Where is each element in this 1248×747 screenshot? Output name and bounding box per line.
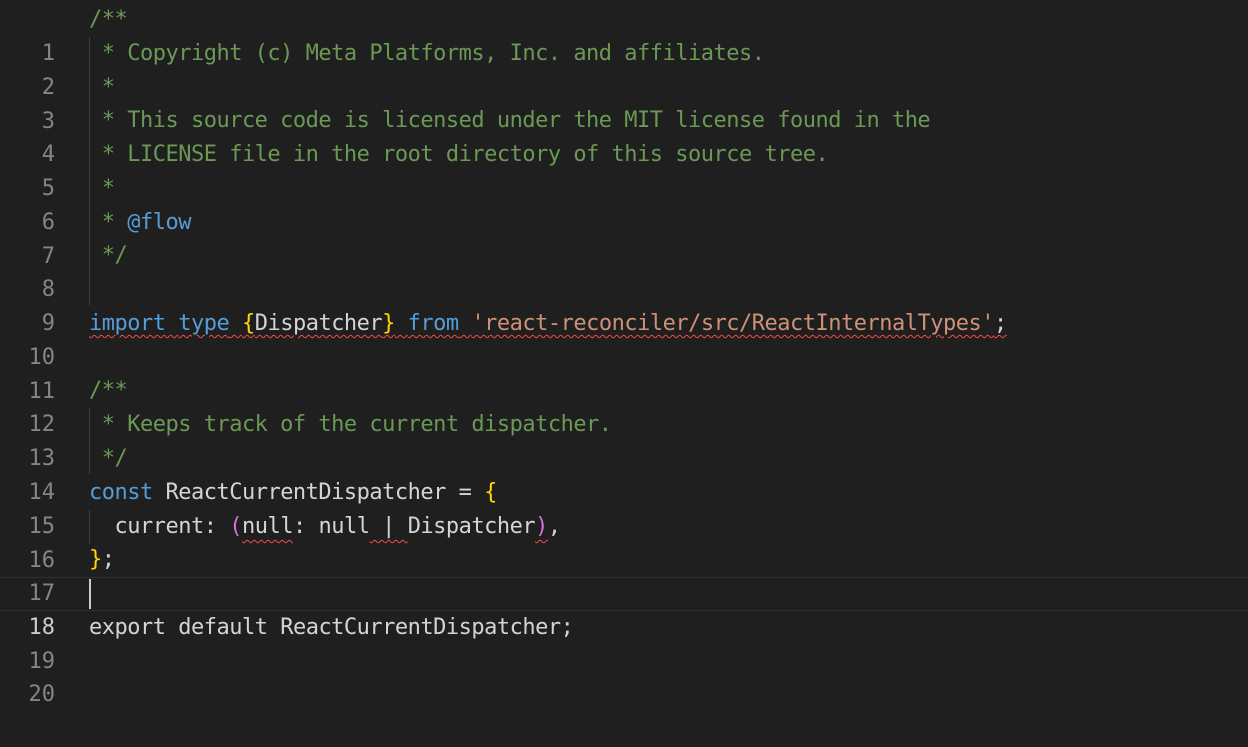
- code-line[interactable]: 17 };: [0, 543, 1248, 606]
- code-line[interactable]: 7 * @flow: [0, 206, 1248, 269]
- code-line[interactable]: 12 /**: [0, 374, 1248, 437]
- null-value: null: [241, 514, 293, 539]
- code-line[interactable]: 11: [0, 341, 1248, 404]
- line-number: 20: [28, 682, 56, 707]
- code-line[interactable]: 3 *: [0, 71, 1248, 134]
- comment-text: *: [89, 210, 128, 235]
- code-line[interactable]: 1 /**: [0, 3, 1248, 66]
- variable-name: ReactCurrentDispatcher: [165, 480, 446, 505]
- code-line[interactable]: 10 import type {Dispatcher} from 'react-…: [0, 307, 1248, 370]
- code-line[interactable]: 4 * This source code is licensed under t…: [0, 104, 1248, 167]
- keyword-import: import: [89, 311, 166, 336]
- comment-text: /**: [89, 7, 128, 32]
- semicolon: ;: [993, 311, 1007, 336]
- code-line[interactable]: 6 *: [0, 172, 1248, 235]
- keyword-type: type: [178, 311, 230, 336]
- type-name: Dispatcher: [407, 514, 536, 539]
- union-pipe: |: [369, 514, 408, 539]
- keyword-export: export: [89, 615, 166, 640]
- brace-open: {: [241, 311, 255, 336]
- text-cursor: [89, 579, 91, 609]
- assign-operator: =: [445, 480, 485, 505]
- brace-close: }: [382, 311, 395, 336]
- keyword-default: default: [178, 615, 268, 640]
- code-line[interactable]: 20: [0, 644, 1248, 707]
- import-name: Dispatcher: [254, 311, 383, 336]
- variable-name: ReactCurrentDispatcher: [280, 615, 561, 640]
- comment-text: * Keeps track of the current dispatcher.: [89, 412, 612, 437]
- comma: ,: [547, 514, 561, 539]
- comment-text: * This source code is licensed under the…: [89, 108, 931, 133]
- code-line[interactable]: 13 * Keeps track of the current dispatch…: [0, 408, 1248, 471]
- code-line[interactable]: 8 */: [0, 239, 1248, 302]
- paren-open: (: [229, 514, 242, 539]
- brace-close: }: [89, 547, 102, 572]
- comment-text: /**: [89, 378, 128, 403]
- paren-close: ): [535, 514, 548, 539]
- semicolon: ;: [560, 615, 574, 640]
- comment-text: * Copyright (c) Meta Platforms, Inc. and…: [89, 41, 765, 66]
- comment-text: */: [89, 446, 128, 471]
- code-line[interactable]: 2 * Copyright (c) Meta Platforms, Inc. a…: [0, 37, 1248, 100]
- semicolon: ;: [101, 547, 115, 572]
- keyword-from: from: [407, 311, 459, 336]
- current-line[interactable]: 18: [0, 577, 1248, 640]
- comment-text: *: [89, 75, 115, 100]
- null-type: null: [318, 514, 370, 539]
- property-name: current: [114, 514, 205, 539]
- code-line[interactable]: 19 export default ReactCurrentDispatcher…: [0, 611, 1248, 674]
- comment-text: * LICENSE file in the root directory of …: [89, 142, 829, 167]
- code-line[interactable]: 9: [0, 273, 1248, 336]
- code-editor[interactable]: 1 /** 2 * Copyright (c) Meta Platforms, …: [0, 0, 1248, 714]
- comment-text: */: [89, 243, 128, 268]
- jsdoc-tag: @flow: [127, 210, 191, 235]
- keyword-const: const: [89, 480, 153, 505]
- import-statement: import type {Dispatcher} from 'react-rec…: [89, 307, 1007, 341]
- brace-open: {: [484, 480, 497, 505]
- code-line[interactable]: 5 * LICENSE file in the root directory o…: [0, 138, 1248, 201]
- colon: :: [292, 514, 319, 539]
- code-line[interactable]: 15 const ReactCurrentDispatcher = {: [0, 476, 1248, 539]
- module-path: 'react-reconciler/src/ReactInternalTypes…: [471, 311, 994, 336]
- code-line[interactable]: 14 */: [0, 442, 1248, 505]
- colon: :: [203, 514, 230, 539]
- comment-text: *: [89, 176, 115, 201]
- code-line[interactable]: 16 current: (null: null | Dispatcher),: [0, 510, 1248, 573]
